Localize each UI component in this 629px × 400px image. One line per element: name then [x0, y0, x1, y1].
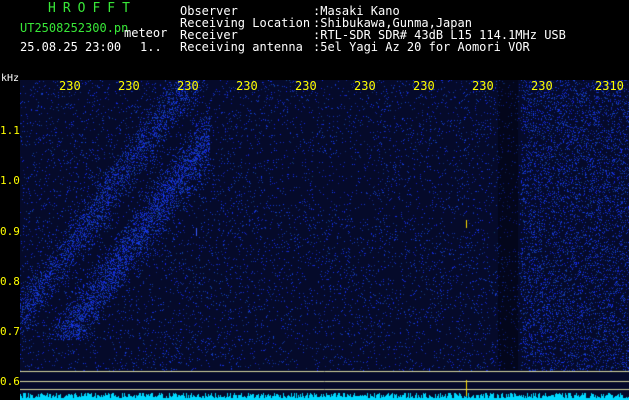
x-tick-10: 2310 [595, 79, 624, 93]
x-tick-7: 230 [413, 79, 435, 93]
x-tick-5: 230 [295, 79, 317, 93]
antenna-label: Receiving antenna [180, 40, 303, 54]
x-tick-8: 230 [472, 79, 494, 93]
x-tick-3: 230 [177, 79, 199, 93]
datetime-label: 25.08.25 23:00 [20, 40, 122, 54]
meteor-label: meteor [124, 26, 168, 40]
y-tick-6: 0.6 [0, 375, 20, 388]
y-tick-4: 0.8 [0, 275, 20, 288]
app-brand: HROFFT [48, 1, 137, 16]
file-name: UT2508252300.pn [20, 21, 129, 35]
y-tick-5: 0.7 [0, 325, 20, 338]
antenna-value: :5el Yagi Az 20 for Aomori VOR [313, 40, 530, 54]
hrofft-window: HROFFT UT2508252300.pn meteor 25.08.25 2… [0, 0, 629, 400]
x-tick-1: 230 [59, 79, 81, 93]
x-tick-4: 230 [236, 79, 258, 93]
x-tick-6: 230 [354, 79, 376, 93]
counter-label: 1.. [140, 40, 162, 54]
y-tick-3: 0.9 [0, 225, 20, 238]
spectrogram-canvas [20, 80, 629, 400]
y-tick-2: 1.0 [0, 174, 20, 187]
x-tick-9: 230 [531, 79, 553, 93]
y-tick-1: 1.1 [0, 124, 20, 137]
spectrogram-plot [20, 80, 629, 400]
y-axis-unit: kHz [1, 73, 20, 84]
x-tick-2: 230 [118, 79, 140, 93]
